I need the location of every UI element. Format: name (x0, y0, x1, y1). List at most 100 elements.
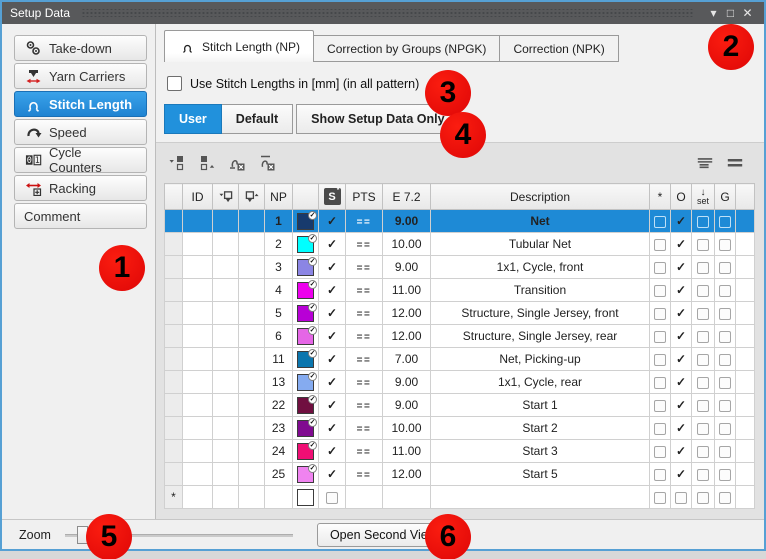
cell-s[interactable]: ✓ (319, 348, 346, 371)
color-swatch[interactable]: ✓ (297, 236, 314, 253)
cell-set[interactable] (692, 302, 715, 325)
cell-desc[interactable]: Tubular Net (431, 233, 650, 256)
table-row[interactable]: 23✓✓==10.00Start 2✓ (165, 417, 755, 440)
cell-star[interactable] (650, 371, 671, 394)
cell-selector[interactable] (165, 394, 183, 417)
color-swatch[interactable]: ✓ (297, 420, 314, 437)
cell-star[interactable] (650, 233, 671, 256)
cell-e[interactable]: 9.00 (383, 371, 431, 394)
checkbox[interactable] (697, 354, 709, 366)
cell-star[interactable] (650, 486, 671, 509)
checkbox[interactable] (654, 285, 666, 297)
cell-carrier-right[interactable] (239, 394, 265, 417)
cell-carrier-left[interactable] (213, 256, 239, 279)
checkbox[interactable] (654, 423, 666, 435)
cell-s[interactable]: ✓ (319, 302, 346, 325)
cell-color[interactable]: ✓ (293, 417, 319, 440)
cell-np[interactable]: 11 (265, 348, 293, 371)
cell-color[interactable]: ✓ (293, 210, 319, 233)
cell-color[interactable]: ✓ (293, 348, 319, 371)
cell-g[interactable] (715, 371, 736, 394)
color-swatch[interactable]: ✓ (297, 443, 314, 460)
color-swatch[interactable]: ✓ (297, 397, 314, 414)
cell-carrier-left[interactable] (213, 325, 239, 348)
row-height-expand-icon[interactable] (692, 151, 717, 175)
cell-id[interactable] (183, 256, 213, 279)
cell-carrier-right[interactable] (239, 302, 265, 325)
checkbox[interactable] (654, 262, 666, 274)
cell-trail[interactable] (736, 233, 755, 256)
table-row[interactable]: 24✓✓==11.00Start 3✓ (165, 440, 755, 463)
cell-trail[interactable] (736, 440, 755, 463)
cell-carrier-right[interactable] (239, 417, 265, 440)
checkbox[interactable] (675, 492, 687, 504)
cell-s[interactable]: ✓ (319, 371, 346, 394)
cell-np[interactable]: 3 (265, 256, 293, 279)
cell-star[interactable] (650, 440, 671, 463)
checkbox[interactable] (654, 331, 666, 343)
cell-trail[interactable] (736, 279, 755, 302)
cell-id[interactable] (183, 371, 213, 394)
cell-selector[interactable] (165, 371, 183, 394)
cell-selector[interactable] (165, 463, 183, 486)
checkbox[interactable] (719, 285, 731, 297)
color-swatch[interactable]: ✓ (297, 282, 314, 299)
cell-set[interactable] (692, 440, 715, 463)
cell-o[interactable] (671, 486, 692, 509)
cell-selector[interactable] (165, 302, 183, 325)
cell-np[interactable] (265, 486, 293, 509)
cell-e[interactable]: 11.00 (383, 279, 431, 302)
sidebar-item-cycle-counters[interactable]: 01Cycle Counters (14, 147, 147, 173)
cell-star[interactable] (650, 279, 671, 302)
cell-set[interactable] (692, 279, 715, 302)
color-swatch[interactable]: ✓ (297, 305, 314, 322)
checkbox[interactable] (654, 446, 666, 458)
cell-carrier-right[interactable] (239, 440, 265, 463)
cell-pts[interactable]: == (346, 233, 383, 256)
cell-star[interactable] (650, 394, 671, 417)
cell-e[interactable]: 9.00 (383, 256, 431, 279)
cell-carrier-right[interactable] (239, 463, 265, 486)
cell-color[interactable] (293, 486, 319, 509)
cell-o[interactable]: ✓ (671, 279, 692, 302)
cell-carrier-right[interactable] (239, 256, 265, 279)
checkbox[interactable] (719, 377, 731, 389)
window-menu-icon[interactable]: ▾ (705, 2, 722, 24)
cell-color[interactable]: ✓ (293, 440, 319, 463)
default-button[interactable]: Default (222, 104, 293, 134)
cell-carrier-left[interactable] (213, 233, 239, 256)
cell-set[interactable] (692, 233, 715, 256)
table-row[interactable]: 5✓✓==12.00Structure, Single Jersey, fron… (165, 302, 755, 325)
cell-pts[interactable]: == (346, 440, 383, 463)
checkbox[interactable] (654, 216, 666, 228)
color-swatch[interactable]: ✓ (297, 351, 314, 368)
cell-g[interactable] (715, 325, 736, 348)
delete-stitch-all-icon[interactable] (254, 151, 279, 175)
cell-s[interactable] (319, 486, 346, 509)
color-swatch[interactable]: ✓ (297, 374, 314, 391)
cell-color[interactable]: ✓ (293, 233, 319, 256)
cell-np[interactable]: 2 (265, 233, 293, 256)
cell-g[interactable] (715, 486, 736, 509)
cell-star[interactable] (650, 256, 671, 279)
checkbox[interactable] (719, 354, 731, 366)
color-swatch[interactable] (297, 489, 314, 506)
cell-pts[interactable]: == (346, 371, 383, 394)
cell-carrier-right[interactable] (239, 233, 265, 256)
checkbox[interactable] (654, 469, 666, 481)
checkbox[interactable] (697, 308, 709, 320)
cell-trail[interactable] (736, 256, 755, 279)
cell-id[interactable] (183, 302, 213, 325)
checkbox[interactable] (697, 377, 709, 389)
checkbox[interactable] (697, 262, 709, 274)
checkbox[interactable] (654, 377, 666, 389)
cell-desc[interactable] (431, 486, 650, 509)
sidebar-item-speed[interactable]: Speed (14, 119, 147, 145)
cell-trail[interactable] (736, 302, 755, 325)
color-swatch[interactable]: ✓ (297, 259, 314, 276)
sidebar-item-racking[interactable]: Racking (14, 175, 147, 201)
cell-trail[interactable] (736, 417, 755, 440)
cell-pts[interactable]: == (346, 394, 383, 417)
cell-set[interactable] (692, 486, 715, 509)
cell-o[interactable]: ✓ (671, 417, 692, 440)
